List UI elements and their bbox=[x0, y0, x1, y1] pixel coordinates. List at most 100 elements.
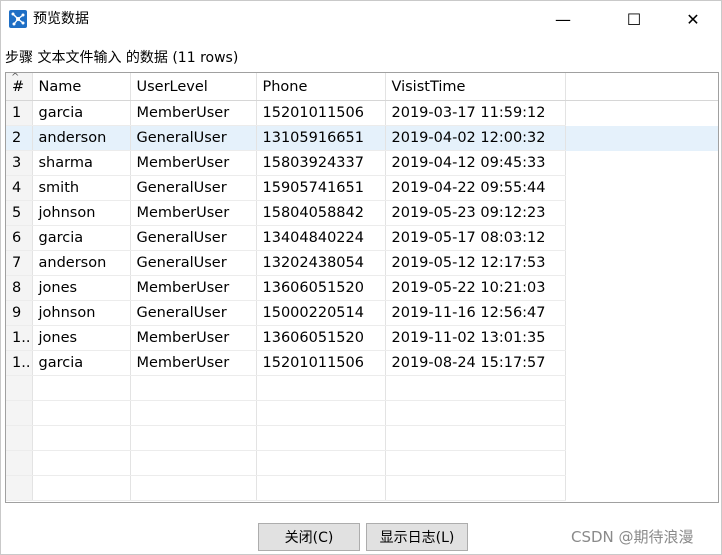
table-cell[interactable]: 2019-04-12 09:45:33 bbox=[385, 150, 566, 176]
table-cell[interactable]: MemberUser bbox=[130, 200, 257, 226]
table-cell[interactable]: GeneralUser bbox=[130, 125, 257, 151]
data-table: ^ # Name UserLevel Phone VisistTime 1 garc… bbox=[6, 73, 718, 501]
table-cell[interactable]: 15803924337 bbox=[256, 150, 386, 176]
step-data-caption: 步骤 文本文件输入 的数据 (11 rows) bbox=[5, 50, 239, 66]
table-row[interactable]: 7 anderson GeneralUser 13202438054 2019-05-1… bbox=[6, 250, 718, 276]
table-row[interactable]: 8 jones MemberUser 13606051520 2019-05-22 10… bbox=[6, 275, 718, 301]
table-cell[interactable]: 2019-08-24 15:17:57 bbox=[385, 350, 566, 376]
empty-row[interactable] bbox=[6, 375, 718, 401]
table-cell bbox=[32, 450, 131, 476]
table-cell[interactable]: 13606051520 bbox=[256, 325, 386, 351]
table-cell[interactable]: MemberUser bbox=[130, 100, 257, 126]
filler-cell bbox=[565, 201, 718, 226]
filler-cell bbox=[565, 351, 718, 376]
empty-row[interactable] bbox=[6, 425, 718, 451]
column-header-userlevel[interactable]: UserLevel bbox=[130, 73, 257, 101]
table-cell bbox=[32, 400, 131, 426]
table-cell[interactable]: 15000220514 bbox=[256, 300, 386, 326]
table-cell[interactable]: 15201011506 bbox=[256, 100, 386, 126]
table-cell[interactable]: garcia bbox=[32, 100, 131, 126]
table-cell bbox=[256, 375, 386, 401]
table-cell bbox=[256, 475, 386, 501]
table-cell[interactable]: 2019-11-16 12:56:47 bbox=[385, 300, 566, 326]
table-cell bbox=[385, 375, 566, 401]
table-cell[interactable]: jones bbox=[32, 275, 131, 301]
table-cell[interactable]: 15201011506 bbox=[256, 350, 386, 376]
empty-row[interactable] bbox=[6, 400, 718, 426]
table-cell[interactable]: MemberUser bbox=[130, 150, 257, 176]
table-cell[interactable]: 2019-04-02 12:00:32 bbox=[385, 125, 566, 151]
table-cell[interactable]: 15905741651 bbox=[256, 175, 386, 201]
show-log-button[interactable]: 显示日志(L) bbox=[366, 523, 468, 551]
table-row[interactable]: 2 anderson GeneralUser 13105916651 2019-04-0… bbox=[6, 125, 718, 151]
table-cell[interactable]: 13606051520 bbox=[256, 275, 386, 301]
table-cell[interactable]: anderson bbox=[32, 250, 131, 276]
table-cell[interactable]: 2019-05-17 08:03:12 bbox=[385, 225, 566, 251]
maximize-button[interactable]: ☐ bbox=[611, 0, 657, 38]
row-index: 1 bbox=[6, 100, 33, 126]
table-cell[interactable]: 2019-05-12 12:17:53 bbox=[385, 250, 566, 276]
filler-cell bbox=[565, 426, 718, 451]
table-row[interactable]: 1.. jones MemberUser 13606051520 2019-11-02 … bbox=[6, 325, 718, 351]
empty-row[interactable] bbox=[6, 450, 718, 476]
filler-cell bbox=[565, 151, 718, 176]
table-cell[interactable]: 13202438054 bbox=[256, 250, 386, 276]
table-cell[interactable]: garcia bbox=[32, 225, 131, 251]
table-cell[interactable]: 15804058842 bbox=[256, 200, 386, 226]
table-cell bbox=[385, 450, 566, 476]
table-cell[interactable]: GeneralUser bbox=[130, 250, 257, 276]
row-index bbox=[6, 475, 33, 501]
table-cell bbox=[130, 425, 257, 451]
table-cell[interactable]: 2019-05-22 10:21:03 bbox=[385, 275, 566, 301]
table-cell[interactable]: johnson bbox=[32, 200, 131, 226]
filler-cell bbox=[565, 176, 718, 201]
table-cell[interactable]: 13105916651 bbox=[256, 125, 386, 151]
filler-cell bbox=[565, 226, 718, 251]
row-index: 1.. bbox=[6, 350, 33, 376]
empty-row[interactable] bbox=[6, 475, 718, 501]
minimize-button[interactable]: — bbox=[540, 0, 586, 38]
table-cell[interactable]: 2019-03-17 11:59:12 bbox=[385, 100, 566, 126]
table-cell[interactable]: MemberUser bbox=[130, 275, 257, 301]
table-cell bbox=[256, 425, 386, 451]
table-row[interactable]: 4 smith GeneralUser 15905741651 2019-04-22 0… bbox=[6, 175, 718, 201]
table-cell[interactable]: 2019-11-02 13:01:35 bbox=[385, 325, 566, 351]
table-cell[interactable]: 2019-05-23 09:12:23 bbox=[385, 200, 566, 226]
index-column-header[interactable]: ^ # bbox=[6, 73, 33, 101]
table-cell[interactable]: smith bbox=[32, 175, 131, 201]
sort-caret-icon: ^ bbox=[11, 73, 20, 83]
preview-data-grid[interactable]: ^ # Name UserLevel Phone VisistTime 1 garc… bbox=[5, 72, 719, 503]
table-cell[interactable]: 2019-04-22 09:55:44 bbox=[385, 175, 566, 201]
table-row[interactable]: 3 sharma MemberUser 15803924337 2019-04-12 0… bbox=[6, 150, 718, 176]
table-cell bbox=[385, 425, 566, 451]
row-index: 8 bbox=[6, 275, 33, 301]
table-cell[interactable]: GeneralUser bbox=[130, 175, 257, 201]
close-button[interactable]: 关闭(C) bbox=[258, 523, 360, 551]
row-index: 6 bbox=[6, 225, 33, 251]
column-header-phone[interactable]: Phone bbox=[256, 73, 386, 101]
table-cell[interactable]: MemberUser bbox=[130, 325, 257, 351]
table-cell[interactable]: sharma bbox=[32, 150, 131, 176]
close-window-button[interactable]: ✕ bbox=[670, 0, 716, 38]
table-row[interactable]: 5 johnson MemberUser 15804058842 2019-05-23 … bbox=[6, 200, 718, 226]
table-cell[interactable]: MemberUser bbox=[130, 350, 257, 376]
column-header-name[interactable]: Name bbox=[32, 73, 131, 101]
table-cell bbox=[385, 400, 566, 426]
table-cell[interactable]: garcia bbox=[32, 350, 131, 376]
row-index bbox=[6, 450, 33, 476]
table-row[interactable]: 1 garcia MemberUser 15201011506 2019-03-17 1… bbox=[6, 100, 718, 126]
table-row[interactable]: 6 garcia GeneralUser 13404840224 2019-05-17 … bbox=[6, 225, 718, 251]
table-cell[interactable]: GeneralUser bbox=[130, 300, 257, 326]
table-cell bbox=[130, 475, 257, 501]
column-header-visisttime[interactable]: VisistTime bbox=[385, 73, 566, 101]
filler-cell bbox=[565, 301, 718, 326]
row-index bbox=[6, 375, 33, 401]
row-index: 3 bbox=[6, 150, 33, 176]
table-cell[interactable]: 13404840224 bbox=[256, 225, 386, 251]
table-row[interactable]: 9 johnson GeneralUser 15000220514 2019-11-16… bbox=[6, 300, 718, 326]
table-cell[interactable]: johnson bbox=[32, 300, 131, 326]
table-cell[interactable]: jones bbox=[32, 325, 131, 351]
table-cell[interactable]: anderson bbox=[32, 125, 131, 151]
table-cell[interactable]: GeneralUser bbox=[130, 225, 257, 251]
table-row[interactable]: 1.. garcia MemberUser 15201011506 2019-08-24… bbox=[6, 350, 718, 376]
